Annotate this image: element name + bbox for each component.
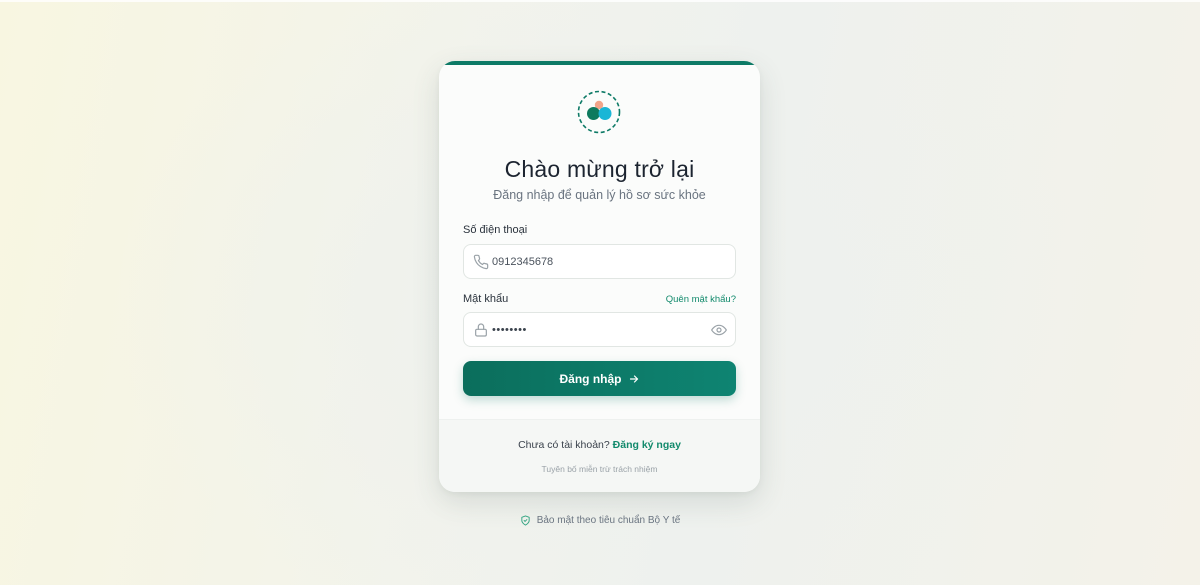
card-footer: Chưa có tài khoản? Đăng ký ngay Tuyên bố… — [439, 419, 760, 492]
disclaimer-link[interactable]: Tuyên bố miễn trừ trách nhiệm — [439, 464, 760, 474]
app-logo-icon — [577, 90, 621, 134]
arrow-right-icon — [629, 374, 638, 383]
password-label: Mật khẩu — [463, 293, 509, 305]
page-subtitle: Đăng nhập để quản lý hồ sơ sức khỏe — [493, 188, 706, 202]
signup-link[interactable]: Đăng ký ngay — [613, 439, 681, 451]
login-card: Chào mừng trở lại Đăng nhập để quản lý h… — [439, 61, 760, 492]
security-note: Bảo mật theo tiêu chuẩn Bộ Y tế — [0, 515, 1200, 526]
password-field-wrapper — [463, 312, 736, 347]
security-note-text: Bảo mật theo tiêu chuẩn Bộ Y tế — [536, 515, 681, 526]
login-button-label: Đăng nhập — [559, 371, 622, 386]
phone-label: Số điện thoại — [463, 224, 528, 236]
signup-prompt: Chưa có tài khoản? — [518, 439, 610, 451]
lock-icon — [475, 323, 487, 337]
login-button[interactable]: Đăng nhập — [463, 361, 736, 396]
signup-prompt-line: Chưa có tài khoản? Đăng ký ngay — [439, 439, 760, 451]
phone-icon — [473, 254, 489, 270]
phone-input[interactable] — [492, 245, 707, 278]
card-accent-bar — [439, 61, 760, 65]
password-input[interactable] — [492, 313, 707, 346]
page-title: Chào mừng trở lại — [504, 156, 695, 182]
top-edge-line — [0, 0, 1200, 2]
forgot-password-link[interactable]: Quên mật khẩu? — [666, 294, 736, 305]
eye-icon[interactable] — [711, 322, 727, 338]
shield-check-icon — [521, 515, 530, 526]
phone-field-wrapper — [463, 244, 736, 279]
